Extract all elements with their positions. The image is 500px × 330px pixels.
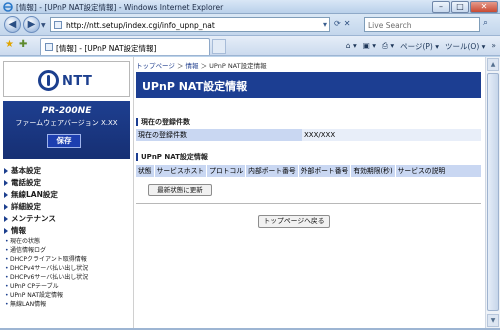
sidebar-item-info[interactable]: 情報 (3, 225, 130, 237)
command-bar: ⌂ ▾ ▣ ▾ ⎙ ▾ ページ(P) ▾ ツール(O) ▾ » (346, 41, 496, 52)
page-icon (54, 21, 62, 29)
logo-text: NTT (62, 74, 93, 89)
back-button[interactable]: ◀ (4, 16, 21, 33)
sidebar-subitem-wlan[interactable]: 無線LAN情報 (3, 300, 130, 309)
search-placeholder: Live Search (368, 21, 412, 30)
column-header: サービスホスト (154, 165, 207, 177)
new-tab-button[interactable] (212, 39, 226, 54)
add-favorites-icon[interactable]: ✚ (19, 39, 27, 50)
tab-page-icon (45, 43, 53, 51)
window-title: [情報] - [UPnP NAT設定情報] - Windows Internet… (16, 3, 224, 12)
product-model: PR-200NE (41, 106, 92, 116)
page-title: UPnP NAT設定情報 (142, 80, 248, 93)
back-to-top-button[interactable]: トップページへ戻る (258, 215, 330, 228)
firmware-version: ファームウェアバージョン X.XX (15, 119, 118, 127)
page-header: UPnP NAT設定情報 (136, 72, 481, 98)
home-button[interactable]: ⌂ ▾ (346, 41, 357, 52)
search-icon[interactable]: ⌕ (483, 18, 488, 28)
nat-section-title: UPnP NAT設定情報 (136, 152, 208, 162)
feeds-button[interactable]: ▣ ▾ (363, 41, 376, 52)
column-header: 外部ポート番号 (298, 165, 351, 177)
minimize-button[interactable]: – (432, 1, 450, 13)
tab-title: [情報] - [UPnP NAT設定情報] (56, 44, 157, 53)
column-header: 内部ポート番号 (246, 165, 298, 177)
scroll-thumb[interactable] (487, 73, 499, 311)
scroll-up-icon[interactable]: ▲ (487, 58, 499, 71)
title-bar: [情報] - [UPnP NAT設定情報] - Windows Internet… (0, 0, 500, 14)
save-button[interactable]: 保存 (47, 134, 81, 148)
column-header: サービスの説明 (395, 165, 481, 177)
sidebar-item-phone[interactable]: 電話設定 (3, 177, 130, 189)
column-header: 状態 (136, 165, 154, 177)
scroll-down-icon[interactable]: ▼ (487, 314, 499, 327)
separator-line (136, 203, 481, 204)
sidebar-subitem-log[interactable]: 通信情報ログ (3, 246, 130, 255)
url-field[interactable]: http://ntt.setup/index.cgi/info_upnp_nat… (50, 17, 330, 32)
tab-current[interactable]: [情報] - [UPnP NAT設定情報] (40, 38, 210, 55)
sidebar-item-basic[interactable]: 基本設定 (3, 165, 130, 177)
forward-button[interactable]: ▶ (23, 16, 40, 33)
breadcrumb-sep: ＞ (174, 62, 186, 70)
sidebar-subitem-status[interactable]: 現在の状態 (3, 237, 130, 246)
sidebar: NTT PR-200NE ファームウェアバージョン X.XX 保存 基本設定 電… (3, 57, 131, 328)
search-input[interactable]: Live Search (364, 17, 480, 32)
tools-menu-button[interactable]: ツール(O) ▾ (445, 41, 485, 52)
url-text[interactable]: http://ntt.setup/index.cgi/info_upnp_nat (66, 21, 215, 30)
sidebar-subitem-upnp-nat[interactable]: UPnP NAT設定情報 (3, 291, 130, 300)
sidebar-item-advanced[interactable]: 詳細設定 (3, 201, 130, 213)
refresh-button[interactable]: 最新状態に更新 (148, 184, 212, 196)
url-dropdown-icon[interactable]: ▾ (323, 20, 327, 29)
column-header: プロトコル (207, 165, 246, 177)
registered-row: 現在の登録件数 XXX/XXX (136, 129, 481, 141)
registered-value: XXX/XXX (302, 129, 481, 141)
sidebar-menu: 基本設定 電話設定 無線LAN設定 詳細設定 メンテナンス 情報 現在の状態 通… (3, 165, 130, 309)
registered-label: 現在の登録件数 (136, 129, 302, 141)
breadcrumb: トップページ ＞ 情報 ＞ UPnP NAT設定情報 (136, 60, 267, 70)
maximize-button[interactable]: □ (451, 1, 469, 13)
sidebar-item-maintenance[interactable]: メンテナンス (3, 213, 130, 225)
divider (133, 57, 134, 328)
breadcrumb-info[interactable]: 情報 (186, 62, 199, 70)
sidebar-subitem-upnp-cp[interactable]: UPnP CPテーブル (3, 282, 130, 291)
page-menu-button[interactable]: ページ(P) ▾ (400, 41, 439, 52)
sidebar-subitem-dhcpv6[interactable]: DHCPv6サーバ払い出し状況 (3, 273, 130, 282)
column-header: 有効期限(秒) (351, 165, 395, 177)
tab-bar: ★ ✚ [情報] - [UPnP NAT設定情報] ⌂ ▾ ▣ ▾ ⎙ ▾ ペー… (0, 36, 500, 56)
history-dropdown-icon[interactable]: ▼ (41, 22, 46, 29)
vertical-scrollbar[interactable]: ▲ ▼ (485, 57, 500, 328)
nat-table-header: 状態 サービスホスト プロトコル 内部ポート番号 外部ポート番号 有効期限(秒)… (136, 165, 481, 177)
sidebar-item-wireless[interactable]: 無線LAN設定 (3, 189, 130, 201)
more-commands-button[interactable]: » (491, 41, 496, 52)
sidebar-subitem-dhcp-client[interactable]: DHCPクライアント取得情報 (3, 255, 130, 264)
breadcrumb-top[interactable]: トップページ (136, 62, 175, 70)
refresh-stop-icons[interactable]: ⟳✕ (334, 19, 353, 28)
close-button[interactable]: ✕ (470, 1, 498, 13)
breadcrumb-current: UPnP NAT設定情報 (209, 62, 267, 70)
favorites-star-icon[interactable]: ★ (5, 39, 14, 50)
breadcrumb-sep: ＞ (198, 62, 210, 70)
sidebar-subitem-dhcpv4[interactable]: DHCPv4サーバ払い出し状況 (3, 264, 130, 273)
product-panel: PR-200NE ファームウェアバージョン X.XX 保存 (3, 101, 130, 159)
ntt-logo-icon (38, 70, 59, 91)
address-bar: ◀ ▶ ▼ http://ntt.setup/index.cgi/info_up… (0, 14, 500, 36)
print-button[interactable]: ⎙ ▾ (382, 41, 394, 52)
main-panel: トップページ ＞ 情報 ＞ UPnP NAT設定情報 UPnP NAT設定情報 … (136, 57, 481, 328)
page-content: NTT PR-200NE ファームウェアバージョン X.XX 保存 基本設定 電… (0, 57, 500, 330)
registered-section-title: 現在の登録件数 (136, 117, 190, 127)
logo-box: NTT (3, 61, 130, 97)
ie-icon (3, 2, 13, 12)
